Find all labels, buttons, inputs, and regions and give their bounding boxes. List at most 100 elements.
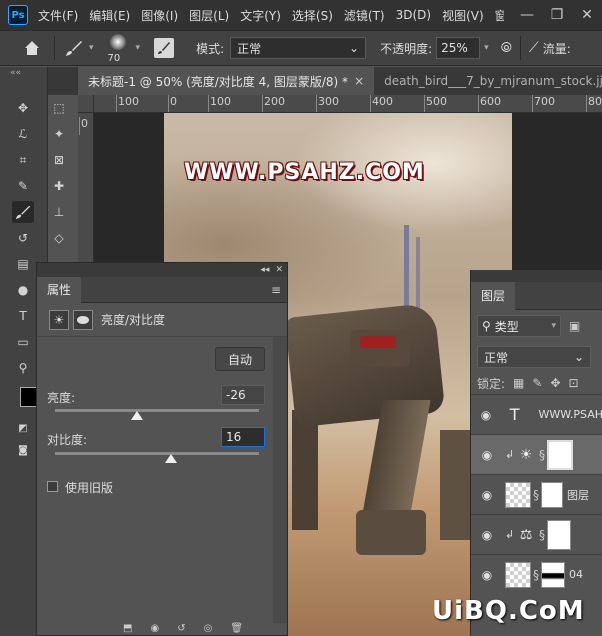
use-legacy-checkbox[interactable] [47,481,58,492]
menu-view[interactable]: 视图(V) [442,7,484,24]
move-tool-icon[interactable]: ✥ [12,97,34,119]
photoshop-logo-icon[interactable]: Ps [8,5,28,25]
eraser-tool-icon[interactable]: ◇ [48,227,70,249]
eyedropper-tool-icon[interactable]: ✎ [12,175,34,197]
lock-image-icon[interactable]: ✎ [532,376,542,390]
restore-button[interactable]: ❐ [542,7,572,23]
panel-menu-icon[interactable]: ≡ [271,283,281,297]
close-icon[interactable]: × [354,74,364,88]
layer-mask-icon[interactable] [73,309,93,330]
tab-untitled-1[interactable]: 未标题-1 @ 50% (亮度/对比度 4, 图层蒙版/8) * × [78,67,375,95]
flow-icon[interactable]: ⟋ [529,40,539,56]
minimize-button[interactable]: — [512,7,542,23]
menu-file[interactable]: 文件(F) [38,7,78,24]
healing-brush-tool-icon[interactable]: ✚ [48,175,70,197]
history-brush-tool-icon[interactable]: ↺ [12,227,34,249]
layer-mask-thumbnail[interactable] [541,561,565,588]
brightness-contrast-icon: ☀ [519,446,533,463]
menu-edit[interactable]: 编辑(E) [89,7,130,24]
brush-tool-icon[interactable] [63,37,85,59]
brightness-slider-thumb[interactable] [131,411,143,420]
home-icon[interactable] [18,34,46,62]
menu-image[interactable]: 图像(I) [141,7,178,24]
layer-row[interactable]: ◉ ↲ ⚖ § [471,514,602,554]
lasso-tool-icon[interactable]: ℒ [12,123,34,145]
zoom-tool-icon[interactable]: ⚲ [12,357,34,379]
mode-select[interactable]: 正常 ⌄ [230,37,367,59]
link-icon[interactable]: § [533,488,539,502]
link-icon[interactable]: § [533,568,539,582]
delete-icon[interactable]: 🗑 [230,623,243,635]
contrast-input[interactable]: 16 [221,427,265,447]
menu-type[interactable]: 文字(Y) [240,7,281,24]
reset-icon[interactable]: ↺ [177,623,185,635]
filter-pixel-layers-icon[interactable]: ▣ [569,319,580,333]
clone-stamp-tool-icon[interactable]: ⊥ [48,201,70,223]
tab-death-bird[interactable]: death_bird___7_by_mjranum_stock.jj [374,67,602,95]
collapse-panel-icon[interactable]: ◂◂ [260,265,269,275]
eye-icon[interactable]: ◉ [477,568,497,582]
menu-select[interactable]: 选择(S) [292,7,333,24]
gradient-tool-icon[interactable]: ▤ [12,253,34,275]
tab-layers[interactable]: 图层 [471,281,516,310]
frame-tool-icon[interactable]: ⊠ [48,149,70,171]
menu-layer[interactable]: 图层(L) [189,7,229,24]
contrast-slider-thumb[interactable] [165,454,177,463]
type-tool-icon[interactable]: T [12,305,34,327]
eye-icon[interactable]: ◉ [477,488,497,502]
quick-mask-icon[interactable]: ◙ [12,439,34,461]
contrast-slider-track[interactable] [55,452,259,455]
brightness-input[interactable]: -26 [221,385,265,405]
shape-tool-icon[interactable]: ▭ [12,331,34,353]
crop-tool-icon[interactable]: ⌗ [12,149,34,171]
tab-properties[interactable]: 属性 [37,276,82,303]
lock-artboard-icon[interactable]: ⊡ [569,376,579,390]
link-icon[interactable]: § [539,528,545,542]
brightness-contrast-icon[interactable]: ☀ [49,309,69,330]
pressure-opacity-icon[interactable]: ⦾ [501,40,512,56]
magic-wand-tool-icon[interactable]: ✦ [48,123,70,145]
layer-mask-thumbnail[interactable] [547,439,573,470]
dodge-tool-icon[interactable]: ● [12,279,34,301]
brightness-slider-track[interactable] [55,409,259,412]
blend-mode-select[interactable]: 正常 ⌄ [477,346,591,368]
menu-3d[interactable]: 3D(D) [396,8,431,22]
brush-settings-icon[interactable] [154,38,175,58]
close-icon[interactable]: ✕ [275,265,283,275]
site-watermark: UiBQ.CoM [432,596,585,626]
chevron-down-icon[interactable]: ▾ [136,43,141,53]
marquee-tool-icon[interactable]: ⬚ [48,97,70,119]
properties-footer: ⬒ ◉ ↺ ◎ 🗑 [123,623,263,635]
layer-thumbnail[interactable] [505,481,531,508]
visibility-icon[interactable]: ◎ [204,623,213,635]
opacity-input[interactable]: 25% [436,37,481,59]
layer-kind-filter[interactable]: ⚲ 类型 ▾ [477,315,561,337]
eye-icon[interactable]: ◉ [477,408,495,422]
brush-tool-icon[interactable] [12,201,34,223]
layer-row[interactable]: ◉ ↲ ☀ § [471,434,602,474]
brush-preset-picker[interactable]: 70 [104,31,132,65]
menu-filter[interactable]: 滤镜(T) [344,7,385,24]
eye-icon[interactable]: ◉ [477,528,497,542]
chevron-down-icon: ⌄ [573,350,584,364]
properties-scrollbar[interactable] [273,337,287,623]
chevron-down-icon[interactable]: ▾ [89,43,94,53]
close-window-button[interactable]: ✕ [572,7,602,23]
layer-row[interactable]: ◉ T WWW.PSAH [471,394,602,434]
default-colors-icon[interactable]: ◩ [12,417,34,439]
eye-icon[interactable]: ◉ [477,448,497,462]
layer-row[interactable]: ◉ § 图层 [471,474,602,514]
lock-position-icon[interactable]: ✥ [550,376,560,390]
clip-to-layer-icon[interactable]: ⬒ [123,623,132,635]
auto-button[interactable]: 自动 [215,347,265,371]
collapse-toolbar-icon[interactable]: «« [0,67,47,79]
link-icon[interactable]: § [539,448,545,462]
layer-mask-thumbnail[interactable] [547,519,571,550]
view-previous-icon[interactable]: ◉ [150,623,159,635]
lock-transparent-icon[interactable]: ▦ [513,376,524,390]
layer-thumbnail[interactable] [505,561,531,588]
layer-row[interactable]: ◉ § 04 [471,554,602,594]
opacity-value: 25% [441,41,468,55]
chevron-down-icon[interactable]: ▾ [484,43,489,53]
layer-mask-thumbnail[interactable] [541,481,563,508]
